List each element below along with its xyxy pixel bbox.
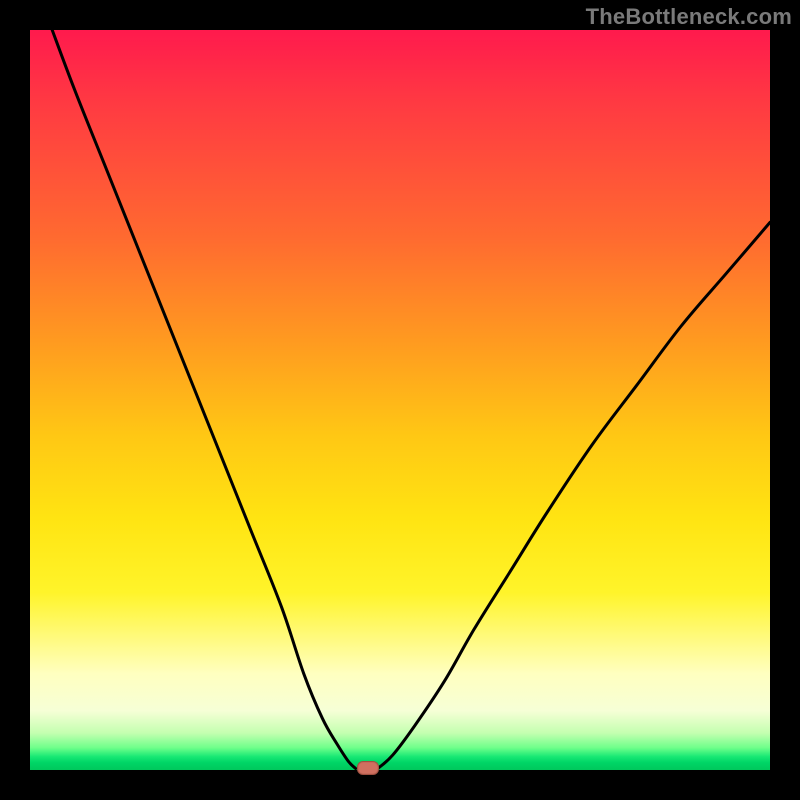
curve-left-branch [52,30,355,769]
watermark-text: TheBottleneck.com [586,4,792,30]
curve-right-branch [378,222,770,768]
optimum-marker [357,761,379,775]
bottleneck-curve [30,30,770,770]
plot-area [30,30,770,770]
chart-frame: TheBottleneck.com [0,0,800,800]
